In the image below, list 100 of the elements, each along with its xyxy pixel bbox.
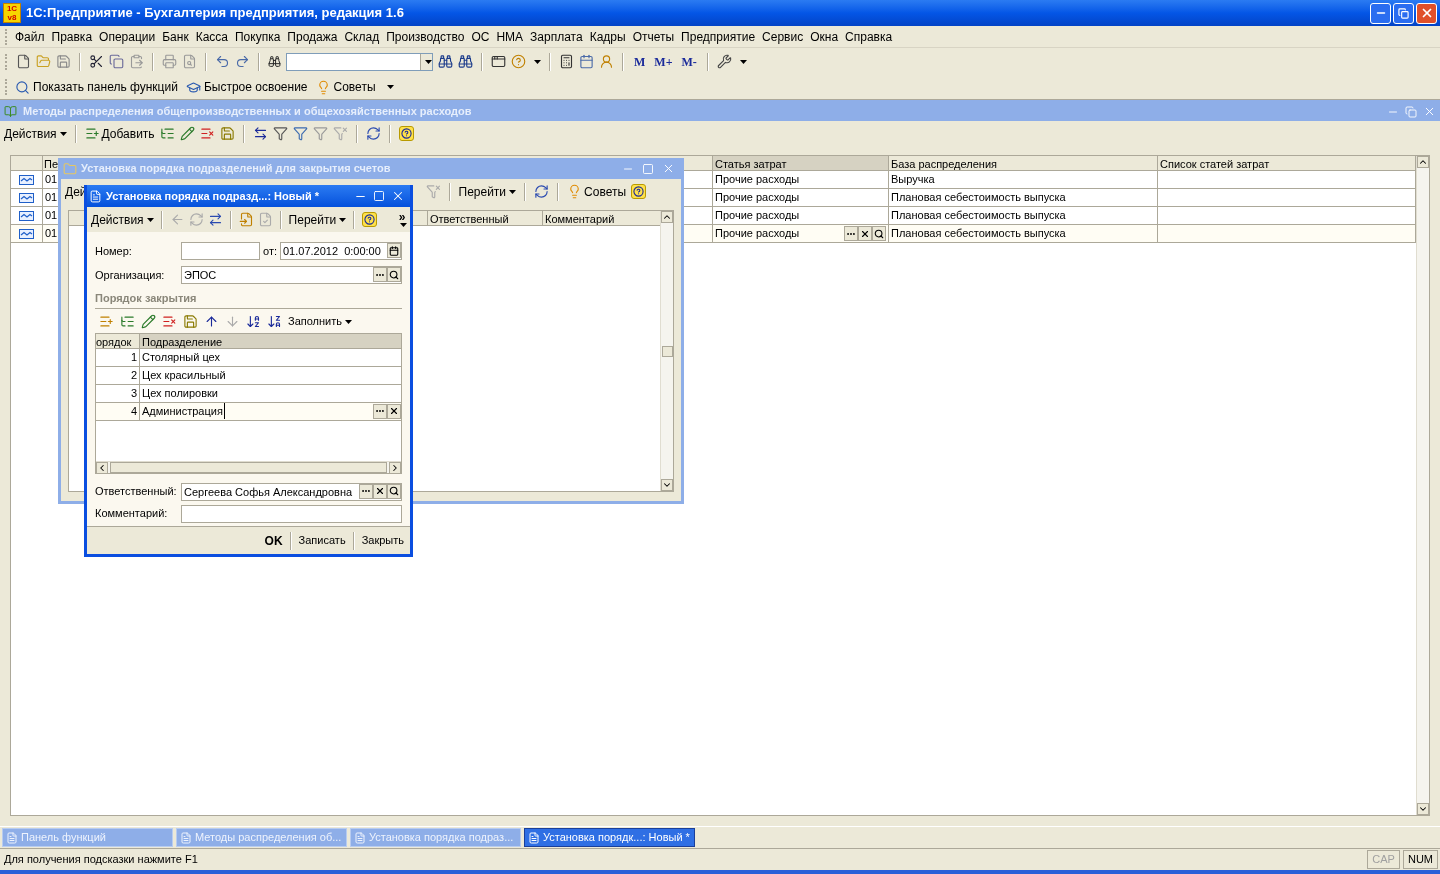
fill-menu[interactable]: Заполнить: [288, 313, 352, 330]
search-field[interactable]: [286, 52, 433, 71]
column-header[interactable]: Комментарий: [543, 211, 660, 225]
minimize-button[interactable]: [1370, 2, 1391, 24]
menu-item[interactable]: Справка: [845, 27, 893, 46]
help-icon[interactable]: [631, 184, 647, 199]
refresh-icon[interactable]: [365, 126, 381, 141]
memory-button[interactable]: M+: [652, 52, 675, 71]
quick-button[interactable]: Советы: [333, 78, 376, 96]
chevron-right-icon[interactable]: [390, 462, 400, 473]
close-button[interactable]: [1416, 2, 1437, 24]
number-field[interactable]: [181, 242, 260, 260]
filter-icon[interactable]: [272, 126, 288, 141]
chevron-down-icon[interactable]: [662, 480, 672, 490]
menu-item[interactable]: Сервис: [762, 27, 804, 46]
chevron-up-icon[interactable]: [1418, 157, 1428, 167]
chevron-down-icon[interactable]: [1418, 804, 1428, 814]
quick-button[interactable]: Показать панель функций: [33, 78, 178, 96]
menu-item[interactable]: Операции: [99, 27, 156, 46]
menu-item[interactable]: Кадры: [589, 27, 626, 46]
comment-field[interactable]: [181, 504, 402, 523]
preview-icon[interactable]: [182, 54, 197, 69]
column-header[interactable]: База распределения: [889, 156, 1158, 170]
copy-icon[interactable]: [109, 54, 124, 69]
list-icon[interactable]: [159, 126, 175, 141]
user-icon[interactable]: [599, 54, 614, 69]
delete-icon[interactable]: [199, 126, 215, 141]
refresh-icon[interactable]: [534, 184, 550, 199]
add-button[interactable]: Добавить: [101, 124, 155, 143]
help-icon[interactable]: [398, 126, 414, 141]
list-icon[interactable]: [120, 314, 135, 329]
arrows-icon[interactable]: [207, 212, 223, 227]
windows-icon[interactable]: [491, 54, 506, 69]
maximize-icon[interactable]: [373, 190, 385, 202]
column-header[interactable]: Подразделение: [140, 333, 401, 348]
save-icon[interactable]: [56, 54, 71, 69]
add-icon[interactable]: [99, 314, 114, 329]
calendar-icon[interactable]: [579, 54, 594, 69]
scrollbar[interactable]: [96, 460, 401, 473]
document-icon[interactable]: [238, 212, 254, 227]
more-button[interactable]: »: [398, 212, 406, 223]
menu-item[interactable]: Зарплата: [530, 27, 583, 46]
clear-button[interactable]: [387, 403, 401, 419]
menu-item[interactable]: Покупка: [235, 27, 281, 46]
filter-icon[interactable]: [292, 126, 308, 141]
choose-button[interactable]: [373, 403, 387, 419]
menu-item[interactable]: Касса: [195, 27, 228, 46]
new-document-icon[interactable]: [16, 54, 31, 69]
menu-item[interactable]: Файл: [15, 27, 45, 46]
actions-menu[interactable]: Действия: [4, 124, 67, 143]
wrench-icon[interactable]: [716, 54, 732, 69]
calculator-icon[interactable]: [559, 54, 574, 69]
menu-item[interactable]: Отчеты: [632, 27, 675, 46]
menu-item[interactable]: Продажа: [287, 27, 338, 46]
column-header[interactable]: Ответственный: [428, 211, 543, 225]
restore-button[interactable]: [1393, 2, 1414, 24]
paste-icon[interactable]: [129, 54, 144, 69]
menu-item[interactable]: Правка: [51, 27, 93, 46]
tips-button[interactable]: Советы: [584, 182, 627, 201]
chevron-left-icon[interactable]: [97, 462, 107, 473]
dialog-button[interactable]: OK: [260, 529, 287, 552]
quick-button[interactable]: Быстрое освоение: [203, 78, 308, 96]
delete-icon[interactable]: [162, 314, 177, 329]
menu-item[interactable]: ОС: [471, 27, 490, 46]
memory-button[interactable]: M-: [679, 52, 699, 71]
actions-menu[interactable]: Действия: [91, 210, 154, 229]
arrows-icon[interactable]: [252, 126, 268, 141]
menu-item[interactable]: Банк: [162, 27, 189, 46]
save-icon[interactable]: [219, 126, 235, 141]
choose-button[interactable]: [844, 226, 858, 241]
redo-icon[interactable]: [235, 54, 250, 69]
clear-button[interactable]: [858, 226, 872, 241]
scrollbar[interactable]: [660, 211, 673, 491]
pencil-icon[interactable]: [141, 314, 156, 329]
column-header[interactable]: Пе: [44, 158, 59, 170]
open-button[interactable]: [872, 226, 886, 241]
menu-item[interactable]: Предприятие: [681, 27, 756, 46]
add-icon[interactable]: [84, 126, 100, 141]
pencil-icon[interactable]: [179, 126, 195, 141]
dialog-button[interactable]: Записать: [294, 529, 350, 552]
dialog-button[interactable]: Закрыть: [357, 529, 408, 552]
binoculars-icon[interactable]: [458, 54, 473, 69]
binoculars-icon[interactable]: [438, 54, 453, 69]
scrollbar[interactable]: [1416, 156, 1429, 815]
memory-button[interactable]: M: [632, 52, 648, 71]
menu-item[interactable]: Производство: [386, 27, 465, 46]
save-icon[interactable]: [183, 314, 198, 329]
scroll-thumb[interactable]: [661, 345, 673, 357]
taskbar-button[interactable]: Установка порядк...: Новый *: [524, 828, 695, 847]
menu-item[interactable]: Склад: [344, 27, 380, 46]
chevron-up-icon[interactable]: [662, 212, 672, 222]
goto-menu[interactable]: Перейти: [458, 182, 517, 201]
sort-descending-icon[interactable]: [267, 314, 282, 329]
sort-ascending-icon[interactable]: [246, 314, 261, 329]
menu-item[interactable]: Окна: [810, 27, 839, 46]
printer-icon[interactable]: [162, 54, 177, 69]
menu-item[interactable]: НМА: [496, 27, 524, 46]
undo-icon[interactable]: [215, 54, 230, 69]
help-icon[interactable]: [362, 212, 378, 227]
goto-menu[interactable]: Перейти: [288, 210, 347, 229]
